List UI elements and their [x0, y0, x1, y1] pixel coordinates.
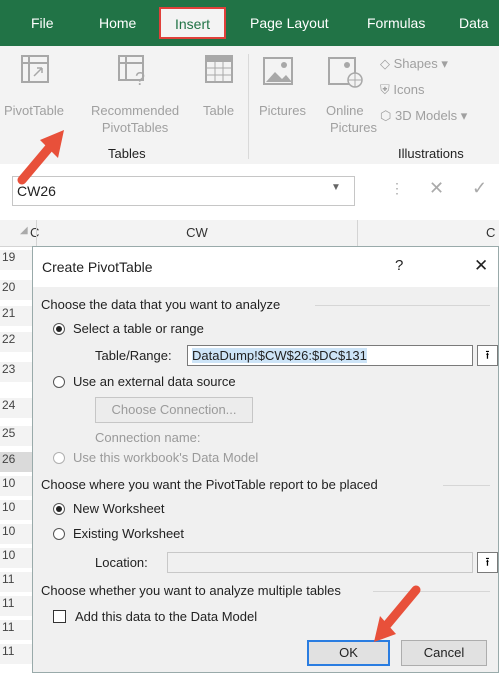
pivottable-icon — [20, 54, 50, 89]
table-range-label: Table/Range: — [95, 348, 172, 363]
column-header-right[interactable]: C — [486, 225, 495, 240]
more-options-icon: ⋮ — [390, 180, 404, 196]
online-line1: Online — [326, 103, 364, 118]
radio-existing-worksheet[interactable] — [53, 528, 65, 540]
row-header[interactable]: 24 — [0, 398, 36, 418]
radio-select-table[interactable] — [53, 323, 65, 335]
chevron-down-icon: ▾ — [460, 108, 468, 123]
add-to-data-model-checkbox[interactable] — [53, 610, 66, 623]
chevron-down-icon: ▾ — [441, 56, 448, 71]
recommended-pivottables-button[interactable]: Recommended PivotTables — [91, 102, 179, 136]
row-header[interactable]: 26 — [0, 452, 36, 472]
select-all-icon[interactable]: ◢ — [20, 225, 28, 236]
icons-button[interactable]: ⛨ Icons — [380, 82, 424, 98]
row-header[interactable]: 21 — [0, 306, 36, 326]
row-header[interactable]: 22 — [0, 332, 36, 352]
option-external-source-label[interactable]: Use an external data source — [73, 374, 236, 389]
row-header[interactable]: 25 — [0, 426, 36, 446]
formula-bar: CW26 ▼ ⋮ ✕ ✓ — [0, 164, 499, 220]
choose-connection-button[interactable]: Choose Connection... — [95, 397, 253, 423]
row-header[interactable]: 11 — [0, 572, 36, 592]
option-new-worksheet-label[interactable]: New Worksheet — [73, 501, 165, 516]
section-placement-heading: Choose where you want the PivotTable rep… — [41, 477, 378, 492]
option-data-model-label[interactable]: Use this workbook's Data Model — [73, 450, 258, 465]
location-input[interactable] — [167, 552, 473, 573]
ribbon-tab-bar: File Home Insert Page Layout Formulas Da… — [0, 0, 499, 46]
recommended-line1: Recommended — [91, 103, 180, 118]
option-select-table-label[interactable]: Select a table or range — [73, 321, 204, 336]
row-header[interactable]: 11 — [0, 644, 36, 664]
row-header[interactable]: 11 — [0, 596, 36, 616]
table-range-value: DataDump!$CW$26:$DC$131 — [192, 348, 367, 363]
tab-home[interactable]: Home — [99, 0, 136, 46]
row-header[interactable]: 19 — [0, 250, 36, 270]
shapes-label: Shapes — [393, 56, 438, 71]
recommended-line2: PivotTables — [101, 120, 169, 135]
shapes-icon: ◇ — [380, 56, 390, 71]
shapes-button[interactable]: ◇ Shapes ▾ — [380, 56, 448, 72]
radio-data-model[interactable] — [53, 452, 65, 464]
table-button[interactable]: Table — [203, 102, 234, 119]
group-label-illustrations: Illustrations — [398, 146, 464, 161]
section-divider — [315, 305, 490, 306]
pivottable-button[interactable]: PivotTable — [4, 102, 64, 119]
close-icon[interactable]: ✕ — [474, 256, 488, 276]
row-header[interactable]: 23 — [0, 362, 36, 382]
group-label-tables: Tables — [108, 146, 146, 161]
annotation-arrow-pivottable — [14, 126, 74, 191]
row-header[interactable]: 11 — [0, 620, 36, 640]
column-header-cw[interactable]: CW — [36, 220, 358, 246]
enter-check-icon[interactable]: ✓ — [472, 178, 487, 199]
annotation-arrow-ok — [366, 584, 426, 649]
cube-icon: ⬡ — [380, 108, 392, 123]
group-separator — [248, 54, 249, 159]
row-header[interactable]: 10 — [0, 476, 36, 496]
tab-insert[interactable]: Insert — [159, 7, 227, 39]
dialog-titlebar: Create PivotTable ? ✕ — [33, 247, 498, 287]
table-icon — [204, 54, 234, 89]
tab-formulas[interactable]: Formulas — [367, 0, 425, 46]
create-pivottable-dialog: Create PivotTable ? ✕ Choose the data th… — [32, 246, 499, 673]
location-label: Location: — [95, 555, 148, 570]
recommended-pivottables-icon: ? — [117, 54, 151, 91]
tab-file[interactable]: File — [31, 0, 54, 46]
row-header[interactable]: 20 — [0, 280, 36, 300]
row-header[interactable]: 10 — [0, 524, 36, 544]
namebox-dropdown-icon[interactable]: ▼ — [331, 182, 341, 193]
radio-new-worksheet[interactable] — [53, 503, 65, 515]
icons-label: Icons — [393, 82, 425, 97]
option-existing-worksheet-label[interactable]: Existing Worksheet — [73, 526, 184, 541]
collapse-location-icon[interactable]: ⭱ — [477, 552, 498, 573]
tab-data[interactable]: Data — [459, 0, 489, 46]
section-multiple-tables-heading: Choose whether you want to analyze multi… — [41, 583, 341, 598]
table-range-input[interactable]: DataDump!$CW$26:$DC$131 — [187, 345, 473, 366]
help-button[interactable]: ? — [395, 257, 403, 274]
icons-icon: ⛨ — [380, 82, 390, 97]
column-header-row: ◢ C CW C — [0, 220, 499, 247]
3d-models-label: 3D Models — [394, 108, 458, 123]
online-pictures-icon — [327, 54, 363, 93]
connection-name-label: Connection name: — [95, 430, 201, 445]
online-line2: Pictures — [330, 120, 377, 135]
row-header[interactable]: 10 — [0, 500, 36, 520]
3d-models-button[interactable]: ⬡ 3D Models ▾ — [380, 108, 467, 124]
dialog-title: Create PivotTable — [42, 259, 153, 275]
pictures-icon — [262, 54, 296, 93]
section-data-heading: Choose the data that you want to analyze — [41, 297, 281, 312]
section-divider — [443, 485, 490, 486]
online-pictures-button[interactable]: Online Pictures — [318, 102, 377, 136]
collapse-range-icon[interactable]: ⭱ — [477, 345, 498, 366]
add-to-data-model-label[interactable]: Add this data to the Data Model — [75, 609, 257, 624]
svg-text:?: ? — [135, 69, 145, 86]
row-header[interactable]: 10 — [0, 548, 36, 568]
radio-external-source[interactable] — [53, 376, 65, 388]
tab-page-layout[interactable]: Page Layout — [250, 0, 329, 46]
pictures-button[interactable]: Pictures — [259, 102, 306, 119]
ribbon-insert: PivotTable ? Recommended PivotTables Tab… — [0, 46, 499, 165]
cancel-entry-icon[interactable]: ✕ — [429, 178, 444, 199]
